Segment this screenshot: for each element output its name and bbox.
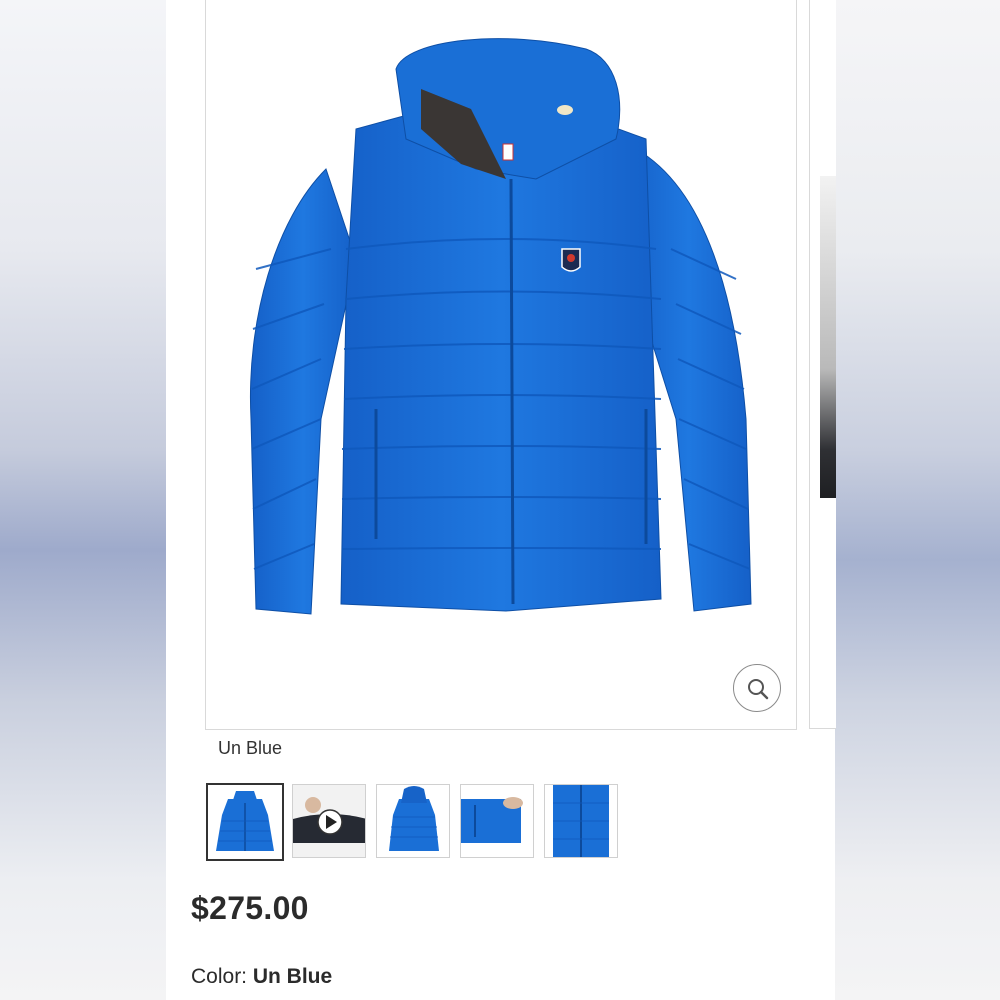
thumbnail-back-view[interactable] bbox=[376, 784, 450, 858]
fabric-thumbnail-image bbox=[553, 785, 609, 857]
next-product-image[interactable] bbox=[809, 0, 836, 729]
video-thumbnail-image bbox=[293, 785, 365, 857]
blurred-background-left bbox=[0, 0, 166, 1000]
thumbnail-video[interactable] bbox=[292, 784, 366, 858]
blurred-background-right bbox=[835, 0, 1000, 1000]
thumbnail-pocket-detail[interactable] bbox=[460, 784, 534, 858]
back-thumbnail-image bbox=[389, 786, 439, 851]
color-label: Color: bbox=[191, 965, 253, 988]
image-color-caption: Un Blue bbox=[218, 738, 283, 758]
product-price: $275.00 bbox=[191, 890, 309, 926]
main-product-image[interactable] bbox=[205, 0, 797, 730]
selected-color: Color: Un Blue bbox=[191, 965, 332, 989]
magnifier-icon bbox=[748, 679, 769, 700]
jacket-thumbnail-image bbox=[216, 791, 274, 851]
next-image-preview bbox=[820, 176, 836, 498]
thumbnail-fabric-detail[interactable] bbox=[544, 784, 618, 858]
jacket-image bbox=[249, 38, 752, 615]
product-panel: Un Blue $275.00 Color: Un Blue bbox=[166, 0, 836, 1000]
pocket-thumbnail-image bbox=[461, 797, 523, 843]
thumbnail-front-view[interactable] bbox=[206, 783, 284, 861]
zoom-button[interactable] bbox=[733, 664, 781, 712]
color-value: Un Blue bbox=[252, 965, 333, 988]
